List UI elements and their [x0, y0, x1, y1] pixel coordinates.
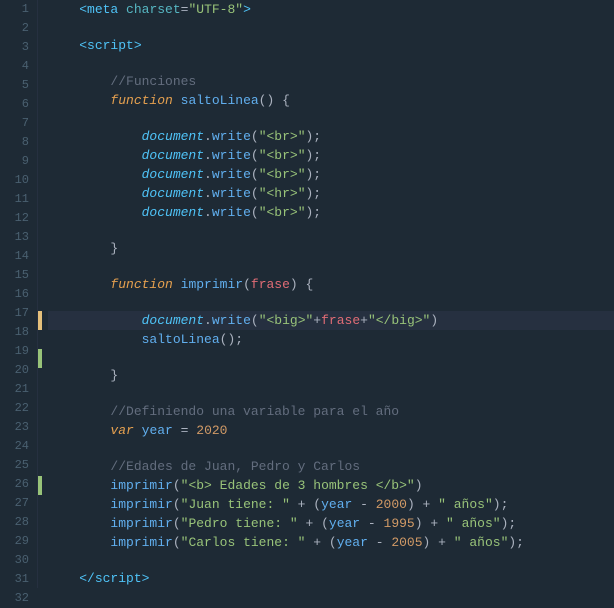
ln-11: 11	[8, 190, 29, 209]
code-line-28: imprimir("Juan tiene: " + (year - 2000) …	[48, 495, 614, 514]
code-line-8: document.write("<br>");	[48, 127, 614, 146]
code-line-16: function imprimir(frase) {	[48, 275, 614, 294]
code-line-15	[48, 258, 614, 275]
code-line-14: }	[48, 239, 614, 258]
ln-2: 2	[8, 19, 29, 38]
code-line-1: <meta charset="UTF-8">	[48, 0, 614, 19]
code-line-32: </script>	[48, 569, 614, 588]
code-content: <meta charset="UTF-8"> <script> //Funcio…	[38, 0, 614, 588]
code-line-12: document.write("<br>");	[48, 203, 614, 222]
code-line-4	[48, 55, 614, 72]
ln-26: 26	[8, 475, 29, 494]
ln-27: 27	[8, 494, 29, 513]
ln-20: 20	[8, 361, 29, 380]
ln-10: 10	[8, 171, 29, 190]
code-line-26: //Edades de Juan, Pedro y Carlos	[48, 457, 614, 476]
ln-8: 8	[8, 133, 29, 152]
code-editor: 1 2 3 4 5 6 7 8 9 10 11 12 13 14 15 16 1…	[0, 0, 614, 588]
code-line-3: <script>	[48, 36, 614, 55]
code-line-25	[48, 440, 614, 457]
line-numbers: 1 2 3 4 5 6 7 8 9 10 11 12 13 14 15 16 1…	[0, 0, 38, 588]
code-line-17	[48, 294, 614, 311]
ln-1: 1	[8, 0, 29, 19]
ln-9: 9	[8, 152, 29, 171]
ln-31: 31	[8, 570, 29, 589]
ln-18: 18	[8, 323, 29, 342]
code-line-18: document.write("<big>"+frase+"</big>")	[48, 311, 614, 330]
code-line-22	[48, 385, 614, 402]
ln-14: 14	[8, 247, 29, 266]
ln-21: 21	[8, 380, 29, 399]
code-line-23: //Definiendo una variable para el año	[48, 402, 614, 421]
code-line-6: function saltoLinea() {	[48, 91, 614, 110]
ln-28: 28	[8, 513, 29, 532]
code-line-11: document.write("<hr>");	[48, 184, 614, 203]
code-line-9: document.write("<br>");	[48, 146, 614, 165]
code-line-29: imprimir("Pedro tiene: " + (year - 1995)…	[48, 514, 614, 533]
ln-6: 6	[8, 95, 29, 114]
code-line-21: }	[48, 366, 614, 385]
ln-25: 25	[8, 456, 29, 475]
ln-19: 19	[8, 342, 29, 361]
code-line-19: saltoLinea();	[48, 330, 614, 349]
ln-22: 22	[8, 399, 29, 418]
code-line-24: var year = 2020	[48, 421, 614, 440]
ln-24: 24	[8, 437, 29, 456]
ln-5: 5	[8, 76, 29, 95]
code-line-2	[48, 19, 614, 36]
ln-30: 30	[8, 551, 29, 570]
code-line-10: document.write("<br>");	[48, 165, 614, 184]
ln-12: 12	[8, 209, 29, 228]
ln-23: 23	[8, 418, 29, 437]
ln-4: 4	[8, 57, 29, 76]
code-line-7	[48, 110, 614, 127]
ln-7: 7	[8, 114, 29, 133]
ln-32: 32	[8, 589, 29, 608]
ln-16: 16	[8, 285, 29, 304]
ln-3: 3	[8, 38, 29, 57]
code-line-27: imprimir("<b> Edades de 3 hombres </b>")	[48, 476, 614, 495]
code-line-13	[48, 222, 614, 239]
code-line-5: //Funciones	[48, 72, 614, 91]
code-line-31	[48, 552, 614, 569]
ln-15: 15	[8, 266, 29, 285]
ln-29: 29	[8, 532, 29, 551]
ln-13: 13	[8, 228, 29, 247]
ln-17: 17	[8, 304, 29, 323]
code-line-30: imprimir("Carlos tiene: " + (year - 2005…	[48, 533, 614, 552]
code-line-20	[48, 349, 614, 366]
